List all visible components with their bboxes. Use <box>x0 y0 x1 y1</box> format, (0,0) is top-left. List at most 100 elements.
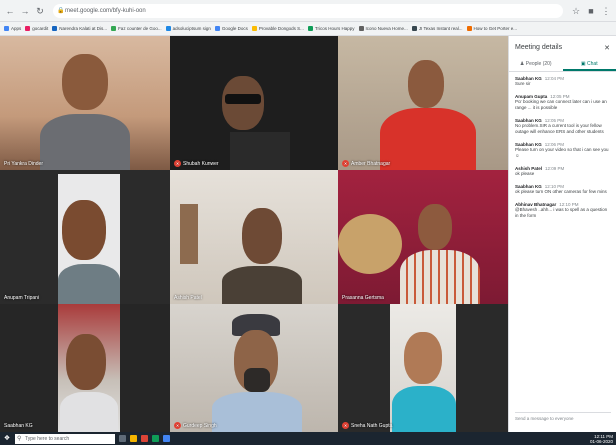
participant-name-tag: Pri Yankra Dinder <box>4 161 43 167</box>
participant-tile[interactable]: ✕ Gurdeep Singh <box>170 304 338 432</box>
taskbar-search-input[interactable]: ⚲ Type here to search <box>15 433 115 444</box>
taskbar-clock[interactable]: 12:11 PM 01-06-2020 <box>590 434 613 444</box>
participant-name-tag: Ashish Patel <box>174 295 202 301</box>
chat-message: Saabhan KG 12:04 PM Sure sir <box>515 76 610 87</box>
participant-body <box>380 108 476 170</box>
participant-body <box>58 264 120 304</box>
people-icon: ♟ <box>519 61 525 67</box>
participant-body <box>222 266 302 304</box>
file-explorer-icon[interactable] <box>130 435 137 442</box>
participant-tile[interactable]: ✕ Sneha Nath Gupta <box>338 304 508 432</box>
bookmark-item[interactable]: Tricos Hours Happy <box>307 26 355 31</box>
bookmark-favicon-icon <box>307 26 313 31</box>
beard <box>244 368 270 392</box>
meeting-details-panel: Meeting details ✕ ♟ People (20) ▣ Chat S… <box>508 36 616 432</box>
word-icon[interactable] <box>163 435 170 442</box>
star-icon[interactable]: ☆ <box>570 5 582 17</box>
tab-people[interactable]: ♟ People (20) <box>509 56 563 71</box>
chat-message: Abhinav Bhatnagar 12:10 PM @Bhavesh ..ahh.… <box>515 202 610 219</box>
bookmark-favicon-icon <box>25 26 31 31</box>
bookmark-item[interactable]: Narendra Kalati at Dis... <box>52 26 107 31</box>
forward-arrow-icon[interactable]: → <box>19 5 31 17</box>
participant-body <box>40 114 130 170</box>
message-text: Pcr booking we can connect later can i u… <box>515 99 607 110</box>
panel-header: Meeting details ✕ <box>509 36 616 56</box>
participant-tile[interactable]: Anupam Tripani <box>0 170 170 304</box>
task-view-icon[interactable] <box>119 435 126 442</box>
panel-title: Meeting details <box>515 44 563 51</box>
reload-icon[interactable]: ↻ <box>34 5 46 17</box>
excel-icon[interactable] <box>152 435 159 442</box>
participant-tile[interactable]: Saabhan KG <box>0 304 170 432</box>
bookmark-item[interactable]: How to Get Porter e... <box>466 26 517 31</box>
chat-message: Anupam Gupta 12:05 PM Pcr booking we can c… <box>515 94 610 111</box>
participant-name-tag: ✕ Amber Bhatnagar <box>342 160 391 167</box>
sunglasses-icon <box>225 94 261 104</box>
back-arrow-icon[interactable]: ← <box>4 5 16 17</box>
message-text: Sure sir <box>515 81 531 86</box>
participant-name-tag: Prasanna Gertsma <box>342 295 384 301</box>
participant-name-tag: ✕ Gurdeep Singh <box>174 422 217 429</box>
bookmark-item[interactable]: Provable Dongods S... <box>251 26 304 31</box>
participant-face <box>62 200 106 260</box>
mic-off-icon: ✕ <box>342 160 349 167</box>
bookmark-item[interactable]: JI Texas Instant real... <box>411 26 463 31</box>
bookmark-favicon-icon <box>358 26 364 31</box>
message-time: 12:04 PM <box>544 76 565 81</box>
windows-start-icon[interactable]: ❖ <box>3 435 11 443</box>
extension-icon[interactable]: ■ <box>585 5 597 17</box>
bookmark-favicon-icon <box>466 26 472 31</box>
chat-input[interactable]: Send a message to everyone <box>515 412 611 424</box>
chrome-icon[interactable] <box>141 435 148 442</box>
participant-body <box>230 132 290 170</box>
bookmark-item[interactable]: Faz counter de Goo... <box>111 26 162 31</box>
windows-taskbar: ❖ ⚲ Type here to search 12:11 PM 01-06-2… <box>0 432 616 445</box>
bookmark-item[interactable]: adsoluciptsum sign <box>165 26 211 31</box>
participant-body <box>400 250 480 304</box>
participant-face <box>408 60 444 108</box>
browser-toolbar: ← → ↻ 🔒 meet.google.com/bfy-kuhi-oon ☆ ■… <box>0 0 616 22</box>
participant-tile[interactable]: Prasanna Gertsma <box>338 170 508 304</box>
participant-tile[interactable]: ✕ Amber Bhatnagar <box>338 36 508 170</box>
message-text: Please turn on your video so that i can … <box>515 147 609 158</box>
search-icon: ⚲ <box>17 435 22 442</box>
bookmark-item[interactable]: Apps <box>4 26 21 31</box>
address-bar[interactable]: 🔒 meet.google.com/bfy-kuhi-oon <box>53 3 563 18</box>
participant-tile[interactable]: Ashish Patel <box>170 170 338 304</box>
participant-name-tag: ✕ Sneha Nath Gupta <box>342 422 393 429</box>
participant-body <box>392 386 456 432</box>
participant-face <box>418 204 452 250</box>
close-icon[interactable]: ✕ <box>604 44 610 52</box>
bookmark-favicon-icon <box>165 26 171 31</box>
chat-message: Saabhan KG 12:10 PM ok please turn ON othe… <box>515 184 610 195</box>
participant-tile[interactable]: Pri Yankra Dinder <box>0 36 170 170</box>
bookmark-item[interactable]: Icono Nueva Home... <box>358 26 408 31</box>
message-time: 12:09 PM <box>545 166 565 171</box>
url-text: meet.google.com/bfy-kuhi-oon <box>65 7 146 14</box>
video-grid: Pri Yankra Dinder ✕ Shubah Kunwer ✕ Amber … <box>0 36 508 432</box>
chat-icon: ▣ <box>580 61 586 67</box>
menu-icon[interactable]: ⋮ <box>600 5 612 17</box>
message-text: ok please turn ON other cameras for few … <box>515 189 607 194</box>
participant-face <box>66 334 106 390</box>
bookmark-item[interactable]: gocardit <box>25 26 48 31</box>
bookmark-favicon-icon <box>214 26 220 31</box>
panel-tabs: ♟ People (20) ▣ Chat <box>509 56 616 72</box>
participant-body <box>212 392 302 432</box>
tab-chat[interactable]: ▣ Chat <box>562 56 616 71</box>
bookmark-favicon-icon <box>251 26 257 31</box>
bookmark-favicon-icon <box>411 26 417 31</box>
lock-icon: 🔒 <box>57 7 65 14</box>
message-text: @Bhavesh ..ahh... i was to spell as a qu… <box>515 207 608 218</box>
participant-body <box>60 392 118 432</box>
participant-name-tag: ✕ Shubah Kunwer <box>174 160 219 167</box>
participant-tile[interactable]: ✕ Shubah Kunwer <box>170 36 338 170</box>
message-text: No problem.SIR a current tool is your fe… <box>515 123 604 134</box>
decorative-plate <box>338 214 402 274</box>
bookmarks-bar: Apps gocardit Narendra Kalati at Dis... Faz… <box>0 22 616 36</box>
participant-name-tag: Anupam Tripani <box>4 295 40 301</box>
mic-off-icon: ✕ <box>342 422 349 429</box>
bookmark-favicon-icon <box>4 26 9 31</box>
bookmark-favicon-icon <box>52 26 58 31</box>
bookmark-item[interactable]: Google Docs <box>214 26 248 31</box>
